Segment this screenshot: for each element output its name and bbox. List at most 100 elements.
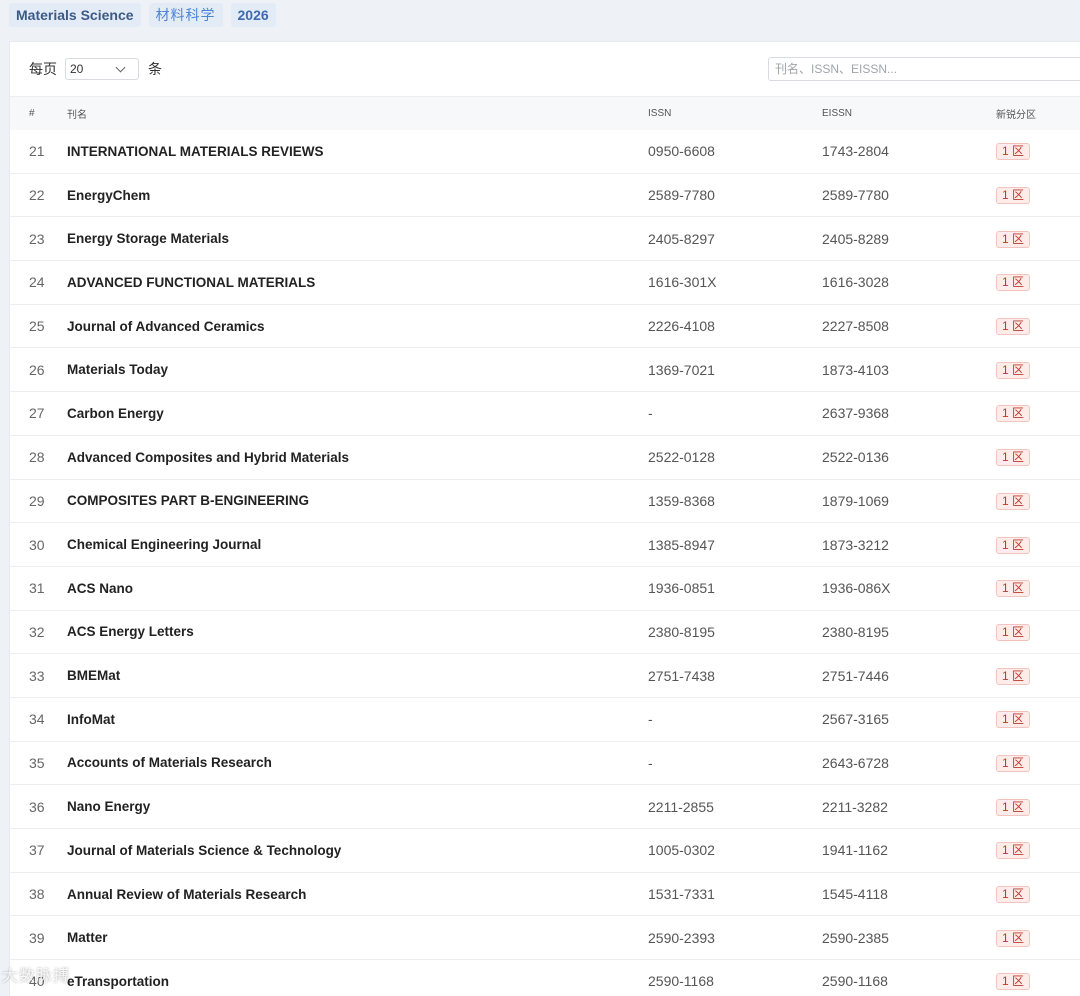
journal-name[interactable]: ACS Energy Letters [67, 610, 648, 654]
zone-cell: 1 区 [996, 173, 1080, 217]
zone-badge: 1 区 [996, 143, 1031, 161]
issn-value: - [648, 711, 653, 728]
issn-value: 2751-7438 [648, 667, 715, 684]
zone-cell: 1 区 [996, 654, 1080, 698]
zone-badge: 1 区 [996, 318, 1031, 336]
zone-badge: 1 区 [996, 798, 1031, 816]
watermark-text: 大数脉搏 [2, 968, 71, 985]
table-row[interactable]: 38 Annual Review of Materials Research 153… [10, 872, 1080, 916]
eissn-value: 2643-6728 [822, 754, 889, 771]
table-row[interactable]: 36 Nano Energy 2211-2855 2211-3282 1 区 [10, 785, 1080, 829]
table-row[interactable]: 30 Chemical Engineering Journal 1385-8947 1… [10, 523, 1080, 567]
journal-name[interactable]: Energy Storage Materials [67, 217, 648, 261]
zone-cell: 1 区 [996, 435, 1080, 479]
zone-badge: 1 区 [996, 405, 1031, 423]
journal-name[interactable]: ACS Nano [67, 566, 648, 610]
journal-name[interactable]: InfoMat [67, 697, 648, 741]
zone-badge: 1 区 [996, 361, 1031, 379]
issn-value: 1385-8947 [648, 536, 715, 553]
journal-name[interactable]: Journal of Materials Science & Technolog… [67, 829, 648, 873]
table-row[interactable]: 24 ADVANCED FUNCTIONAL MATERIALS 1616-301X… [10, 261, 1080, 305]
row-index: 25 [29, 318, 45, 335]
column-header-zone[interactable]: 新锐分区 [996, 97, 1080, 130]
column-header-name[interactable]: 刊名 [67, 97, 648, 130]
issn-value: - [648, 754, 653, 771]
journal-name[interactable]: BMEMat [67, 654, 648, 698]
zone-cell: 1 区 [996, 610, 1080, 654]
zone-cell: 1 区 [996, 785, 1080, 829]
table-row[interactable]: 27 Carbon Energy - 2637-9368 1 区 [10, 392, 1080, 436]
tag-subject-cn[interactable]: 材料科学 [148, 3, 223, 27]
column-header-eissn[interactable]: EISSN [822, 97, 996, 130]
table-row[interactable]: 29 COMPOSITES PART B-ENGINEERING 1359-8368… [10, 479, 1080, 523]
zone-badge: 1 区 [996, 230, 1031, 248]
journal-name[interactable]: Nano Energy [67, 785, 648, 829]
eissn-value: 2522-0136 [822, 449, 889, 466]
row-index: 36 [29, 798, 45, 815]
zone-cell: 1 区 [996, 916, 1080, 960]
journal-name[interactable]: Advanced Composites and Hybrid Materials [67, 435, 648, 479]
eissn-value: 1941-1162 [822, 842, 888, 859]
table-row[interactable]: 26 Materials Today 1369-7021 1873-4103 1 区 [10, 348, 1080, 392]
journal-name[interactable]: Matter [67, 916, 648, 960]
column-header-issn[interactable]: ISSN [648, 97, 822, 130]
journal-name[interactable]: Materials Today [67, 348, 648, 392]
table-row[interactable]: 28 Advanced Composites and Hybrid Materia… [10, 435, 1080, 479]
issn-value: 1005-0302 [648, 842, 715, 859]
table-row[interactable]: 34 InfoMat - 2567-3165 1 区 [10, 697, 1080, 742]
journal-name[interactable]: INTERNATIONAL MATERIALS REVIEWS [67, 130, 648, 174]
row-index: 29 [29, 492, 45, 509]
table-row[interactable]: 21 INTERNATIONAL MATERIALS REVIEWS 0950-66… [10, 130, 1080, 174]
eissn-value: 1545-4118 [822, 886, 888, 903]
zone-cell: 1 区 [996, 697, 1080, 741]
table-row[interactable]: 37 Journal of Materials Science & Technol… [10, 829, 1080, 873]
issn-value: 2380-8195 [648, 623, 715, 640]
journal-table: # 刊名 ISSN EISSN 新锐分区 21 INTERNATIONAL MAT… [10, 96, 1080, 996]
journal-name[interactable]: Carbon Energy [67, 392, 648, 436]
journal-name[interactable]: EnergyChem [67, 173, 648, 217]
zone-badge: 1 区 [996, 623, 1031, 641]
zone-cell: 1 区 [996, 392, 1080, 436]
table-row[interactable]: 25 Journal of Advanced Ceramics 2226-4108 2… [10, 304, 1080, 348]
zone-cell: 1 区 [996, 348, 1080, 392]
journal-name[interactable]: eTransportation [67, 960, 648, 996]
eissn-value: 1879-1069 [822, 492, 889, 509]
zone-cell: 1 区 [996, 304, 1080, 348]
table-row[interactable]: 31 ACS Nano 1936-0851 1936-086X 1 区 [10, 566, 1080, 611]
journal-name[interactable]: Annual Review of Materials Research [67, 872, 648, 916]
zone-cell: 1 区 [996, 523, 1080, 567]
journal-name[interactable]: COMPOSITES PART B-ENGINEERING [67, 479, 648, 523]
row-index: 37 [29, 842, 45, 859]
journal-name[interactable]: Journal of Advanced Ceramics [67, 304, 648, 348]
table-row[interactable]: 40 eTransportation 2590-1168 2590-1168 1 区 [10, 960, 1080, 996]
eissn-value: 2590-1168 [822, 973, 888, 990]
issn-value: 0950-6608 [648, 143, 715, 160]
tag-subject-en[interactable]: Materials Science [9, 3, 141, 27]
table-row[interactable]: 22 EnergyChem 2589-7780 2589-7780 1 区 [10, 173, 1080, 217]
tag-year[interactable]: 2026 [230, 3, 276, 27]
table-row[interactable]: 35 Accounts of Materials Research - 2643-67… [10, 741, 1080, 785]
zone-cell: 1 区 [996, 566, 1080, 610]
journal-list-panel: 每页 20 条 # 刊名 ISSN EISSN 新锐分区 21 INTERNATI… [9, 41, 1080, 996]
issn-value: 2522-0128 [648, 449, 715, 466]
row-index: 38 [29, 886, 45, 903]
per-page-select[interactable]: 20 [65, 58, 139, 80]
table-row[interactable]: 32 ACS Energy Letters 2380-8195 2380-8195 1 … [10, 610, 1080, 654]
row-index: 23 [29, 230, 45, 247]
zone-cell: 1 区 [996, 741, 1080, 785]
journal-name[interactable]: ADVANCED FUNCTIONAL MATERIALS [67, 261, 648, 305]
table-row[interactable]: 39 Matter 2590-2393 2590-2385 1 区 [10, 916, 1080, 960]
zone-cell: 1 区 [996, 872, 1080, 916]
journal-name[interactable]: Accounts of Materials Research [67, 741, 648, 785]
row-index: 24 [29, 274, 45, 291]
column-header-index[interactable]: # [10, 97, 67, 130]
zone-cell: 1 区 [996, 479, 1080, 523]
table-row[interactable]: 23 Energy Storage Materials 2405-8297 2405-… [10, 217, 1080, 261]
issn-value: 1359-8368 [648, 492, 715, 509]
journal-name[interactable]: Chemical Engineering Journal [67, 523, 648, 567]
table-row[interactable]: 33 BMEMat 2751-7438 2751-7446 1 区 [10, 654, 1080, 698]
search-input[interactable] [768, 57, 1080, 81]
eissn-value: 1873-4103 [822, 361, 889, 378]
row-index: 33 [29, 667, 45, 684]
zone-cell: 1 区 [996, 261, 1080, 305]
